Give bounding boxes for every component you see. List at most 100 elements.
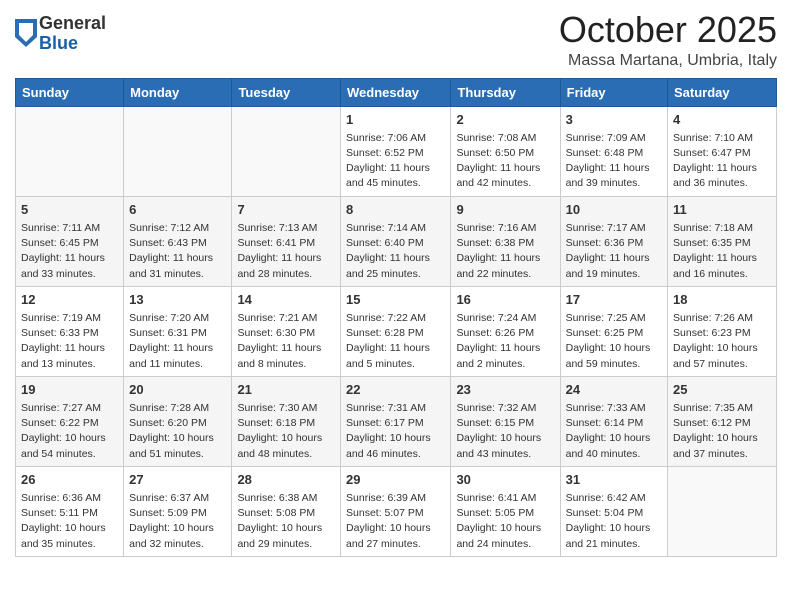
- table-row: 17 Sunrise: 7:25 AMSunset: 6:25 PMDayligh…: [560, 286, 667, 376]
- day-number: 28: [237, 471, 335, 489]
- day-number: 20: [129, 381, 226, 399]
- table-row: 5 Sunrise: 7:11 AMSunset: 6:45 PMDaylight…: [16, 196, 124, 286]
- table-row: 14 Sunrise: 7:21 AMSunset: 6:30 PMDayligh…: [232, 286, 341, 376]
- page: General Blue October 2025 Massa Martana,…: [0, 0, 792, 612]
- table-row: 24 Sunrise: 7:33 AMSunset: 6:14 PMDayligh…: [560, 376, 667, 466]
- day-number: 19: [21, 381, 118, 399]
- day-number: 10: [566, 201, 662, 219]
- day-info: Sunrise: 7:21 AMSunset: 6:30 PMDaylight:…: [237, 311, 335, 372]
- table-row: 28 Sunrise: 6:38 AMSunset: 5:08 PMDayligh…: [232, 466, 341, 556]
- day-number: 17: [566, 291, 662, 309]
- day-number: 9: [456, 201, 554, 219]
- logo-blue: Blue: [39, 34, 106, 54]
- table-row: 9 Sunrise: 7:16 AMSunset: 6:38 PMDaylight…: [451, 196, 560, 286]
- day-info: Sunrise: 7:17 AMSunset: 6:36 PMDaylight:…: [566, 221, 662, 282]
- day-number: 24: [566, 381, 662, 399]
- day-info: Sunrise: 7:11 AMSunset: 6:45 PMDaylight:…: [21, 221, 118, 282]
- table-row: 1Sunrise: 7:06 AMSunset: 6:52 PMDaylight…: [341, 106, 451, 196]
- day-number: 11: [673, 201, 771, 219]
- table-row: [16, 106, 124, 196]
- logo-text: General Blue: [39, 14, 106, 54]
- day-info: Sunrise: 7:24 AMSunset: 6:26 PMDaylight:…: [456, 311, 554, 372]
- table-row: 10 Sunrise: 7:17 AMSunset: 6:36 PMDayligh…: [560, 196, 667, 286]
- logo-general: General: [39, 14, 106, 34]
- table-row: 29Sunrise: 6:39 AMSunset: 5:07 PMDayligh…: [341, 466, 451, 556]
- col-wednesday: Wednesday: [341, 78, 451, 106]
- table-row: 16Sunrise: 7:24 AMSunset: 6:26 PMDayligh…: [451, 286, 560, 376]
- day-info: Sunrise: 7:12 AMSunset: 6:43 PMDaylight:…: [129, 221, 226, 282]
- day-info: Sunrise: 7:10 AMSunset: 6:47 PMDaylight:…: [673, 131, 771, 192]
- table-row: 23 Sunrise: 7:32 AMSunset: 6:15 PMDayligh…: [451, 376, 560, 466]
- day-number: 6: [129, 201, 226, 219]
- table-row: 22Sunrise: 7:31 AMSunset: 6:17 PMDayligh…: [341, 376, 451, 466]
- col-saturday: Saturday: [668, 78, 777, 106]
- col-tuesday: Tuesday: [232, 78, 341, 106]
- table-row: 7 Sunrise: 7:13 AMSunset: 6:41 PMDaylight…: [232, 196, 341, 286]
- title-month: October 2025: [559, 10, 777, 50]
- day-number: 25: [673, 381, 771, 399]
- day-info: Sunrise: 6:37 AMSunset: 5:09 PMDaylight:…: [129, 491, 226, 552]
- table-row: 13Sunrise: 7:20 AMSunset: 6:31 PMDayligh…: [124, 286, 232, 376]
- day-number: 3: [566, 111, 662, 129]
- table-row: 19 Sunrise: 7:27 AMSunset: 6:22 PMDayligh…: [16, 376, 124, 466]
- day-number: 30: [456, 471, 554, 489]
- table-row: 30Sunrise: 6:41 AMSunset: 5:05 PMDayligh…: [451, 466, 560, 556]
- calendar-header-row: Sunday Monday Tuesday Wednesday Thursday…: [16, 78, 777, 106]
- table-row: 3 Sunrise: 7:09 AMSunset: 6:48 PMDaylight…: [560, 106, 667, 196]
- table-row: 4 Sunrise: 7:10 AMSunset: 6:47 PMDaylight…: [668, 106, 777, 196]
- day-number: 12: [21, 291, 118, 309]
- calendar-table: Sunday Monday Tuesday Wednesday Thursday…: [15, 78, 777, 557]
- table-row: 21 Sunrise: 7:30 AMSunset: 6:18 PMDayligh…: [232, 376, 341, 466]
- calendar-week-row: 19 Sunrise: 7:27 AMSunset: 6:22 PMDayligh…: [16, 376, 777, 466]
- day-number: 21: [237, 381, 335, 399]
- day-number: 15: [346, 291, 445, 309]
- day-info: Sunrise: 7:33 AMSunset: 6:14 PMDaylight:…: [566, 401, 662, 462]
- day-info: Sunrise: 7:08 AMSunset: 6:50 PMDaylight:…: [456, 131, 554, 192]
- day-number: 4: [673, 111, 771, 129]
- day-number: 23: [456, 381, 554, 399]
- table-row: 15 Sunrise: 7:22 AMSunset: 6:28 PMDayligh…: [341, 286, 451, 376]
- col-sunday: Sunday: [16, 78, 124, 106]
- day-info: Sunrise: 7:27 AMSunset: 6:22 PMDaylight:…: [21, 401, 118, 462]
- day-info: Sunrise: 6:38 AMSunset: 5:08 PMDaylight:…: [237, 491, 335, 552]
- calendar-week-row: 1Sunrise: 7:06 AMSunset: 6:52 PMDaylight…: [16, 106, 777, 196]
- day-number: 14: [237, 291, 335, 309]
- day-info: Sunrise: 7:22 AMSunset: 6:28 PMDaylight:…: [346, 311, 445, 372]
- table-row: 12Sunrise: 7:19 AMSunset: 6:33 PMDayligh…: [16, 286, 124, 376]
- col-friday: Friday: [560, 78, 667, 106]
- table-row: 18Sunrise: 7:26 AMSunset: 6:23 PMDayligh…: [668, 286, 777, 376]
- day-number: 27: [129, 471, 226, 489]
- title-location: Massa Martana, Umbria, Italy: [559, 52, 777, 70]
- day-number: 1: [346, 111, 445, 129]
- calendar-week-row: 5 Sunrise: 7:11 AMSunset: 6:45 PMDaylight…: [16, 196, 777, 286]
- col-thursday: Thursday: [451, 78, 560, 106]
- table-row: [232, 106, 341, 196]
- day-info: Sunrise: 6:42 AMSunset: 5:04 PMDaylight:…: [566, 491, 662, 552]
- table-row: [124, 106, 232, 196]
- day-info: Sunrise: 7:35 AMSunset: 6:12 PMDaylight:…: [673, 401, 771, 462]
- header: General Blue October 2025 Massa Martana,…: [15, 10, 777, 70]
- day-info: Sunrise: 7:13 AMSunset: 6:41 PMDaylight:…: [237, 221, 335, 282]
- day-info: Sunrise: 7:18 AMSunset: 6:35 PMDaylight:…: [673, 221, 771, 282]
- day-info: Sunrise: 7:30 AMSunset: 6:18 PMDaylight:…: [237, 401, 335, 462]
- day-number: 13: [129, 291, 226, 309]
- table-row: 25 Sunrise: 7:35 AMSunset: 6:12 PMDayligh…: [668, 376, 777, 466]
- day-number: 5: [21, 201, 118, 219]
- day-number: 2: [456, 111, 554, 129]
- day-info: Sunrise: 7:09 AMSunset: 6:48 PMDaylight:…: [566, 131, 662, 192]
- day-info: Sunrise: 6:36 AMSunset: 5:11 PMDaylight:…: [21, 491, 118, 552]
- logo-icon: [15, 19, 37, 47]
- day-info: Sunrise: 7:28 AMSunset: 6:20 PMDaylight:…: [129, 401, 226, 462]
- title-block: October 2025 Massa Martana, Umbria, Ital…: [559, 10, 777, 70]
- day-info: Sunrise: 7:16 AMSunset: 6:38 PMDaylight:…: [456, 221, 554, 282]
- table-row: 6 Sunrise: 7:12 AMSunset: 6:43 PMDaylight…: [124, 196, 232, 286]
- calendar-week-row: 12Sunrise: 7:19 AMSunset: 6:33 PMDayligh…: [16, 286, 777, 376]
- day-number: 7: [237, 201, 335, 219]
- day-number: 26: [21, 471, 118, 489]
- calendar-week-row: 26 Sunrise: 6:36 AMSunset: 5:11 PMDayligh…: [16, 466, 777, 556]
- col-monday: Monday: [124, 78, 232, 106]
- day-info: Sunrise: 6:39 AMSunset: 5:07 PMDaylight:…: [346, 491, 445, 552]
- day-info: Sunrise: 7:25 AMSunset: 6:25 PMDaylight:…: [566, 311, 662, 372]
- day-info: Sunrise: 7:32 AMSunset: 6:15 PMDaylight:…: [456, 401, 554, 462]
- table-row: 2 Sunrise: 7:08 AMSunset: 6:50 PMDaylight…: [451, 106, 560, 196]
